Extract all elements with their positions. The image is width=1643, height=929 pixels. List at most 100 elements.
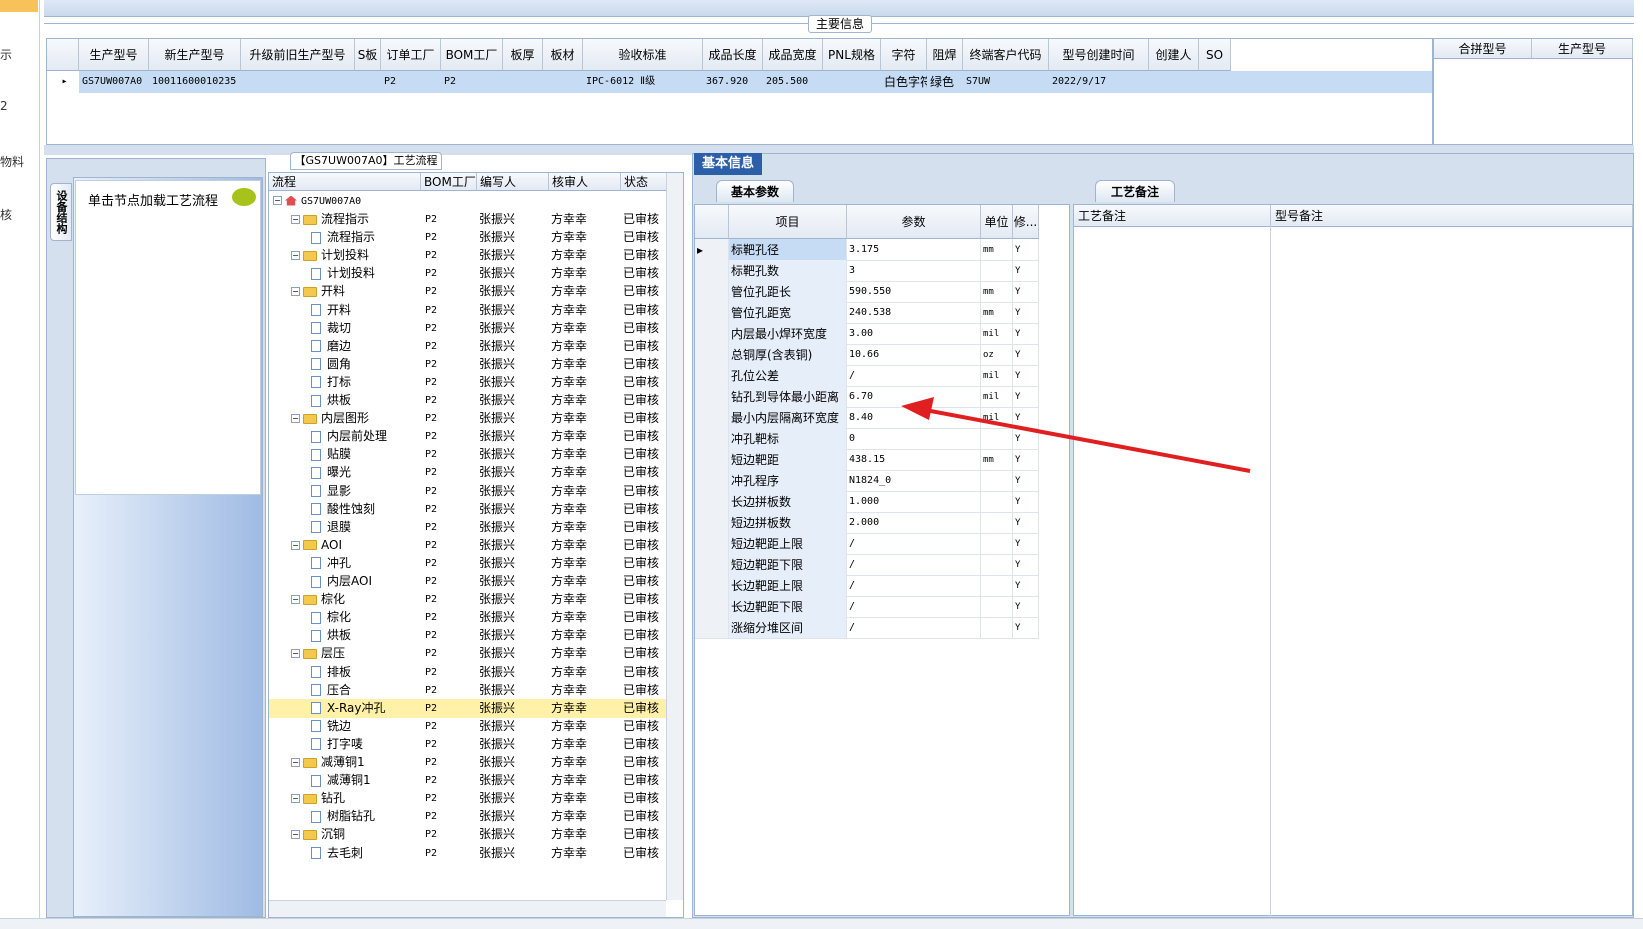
main-cell[interactable]	[543, 71, 583, 93]
tree-node[interactable]: − 沉铜 P2 张振兴 方幸幸 已审核	[269, 825, 668, 844]
main-cell[interactable]	[1149, 71, 1199, 93]
row-header[interactable]	[695, 281, 729, 303]
collapse-icon[interactable]: −	[291, 758, 300, 767]
tree-node[interactable]: 计划投料 P2 张振兴 方幸幸 已审核	[269, 264, 668, 283]
row-header[interactable]	[695, 596, 729, 618]
main-cell[interactable]	[503, 71, 543, 93]
collapse-icon[interactable]: −	[291, 251, 300, 261]
param-row[interactable]: 长边靶距上限 / Y	[695, 575, 1069, 597]
param-value[interactable]: /	[847, 533, 981, 555]
param-value[interactable]: 3.175	[847, 239, 981, 261]
param-row[interactable]: 孔位公差 / mil Y	[695, 365, 1069, 387]
tree-node[interactable]: − 计划投料 P2 张振兴 方幸幸 已审核	[269, 246, 668, 265]
tree-node[interactable]: 棕化 P2 张振兴 方幸幸 已审核	[269, 608, 668, 627]
tab-process-notes[interactable]: 工艺备注	[1095, 180, 1175, 202]
collapse-icon[interactable]: −	[291, 540, 300, 550]
params-col-header[interactable]: 项目	[729, 205, 847, 239]
row-header[interactable]	[695, 386, 729, 408]
main-cell[interactable]: 2022/9/17	[1049, 71, 1149, 93]
collapse-icon[interactable]: −	[291, 414, 300, 424]
basic-params-grid[interactable]: 项目 参数 单位 修... ▸ 标靶孔径 3.175 mm Y 标靶孔数 3 Y 管位孔距长 590.55…	[694, 204, 1070, 916]
main-col-header[interactable]: 成品长度	[703, 39, 763, 71]
notes-col-header[interactable]: 工艺备注	[1074, 205, 1271, 227]
main-col-header[interactable]: SO	[1199, 39, 1231, 71]
collapse-icon[interactable]: −	[291, 649, 300, 659]
tree-node[interactable]: 打字唛 P2 张振兴 方幸幸 已审核	[269, 735, 668, 754]
row-header[interactable]	[695, 554, 729, 576]
tree-node[interactable]: 减薄铜1 P2 张振兴 方幸幸 已审核	[269, 771, 668, 790]
param-value[interactable]: /	[847, 365, 981, 387]
tree-node[interactable]: 裁切 P2 张振兴 方幸幸 已审核	[269, 319, 668, 338]
tree-node[interactable]: 排板 P2 张振兴 方幸幸 已审核	[269, 663, 668, 682]
param-row[interactable]: 冲孔靶标 0 Y	[695, 428, 1069, 450]
row-header[interactable]	[695, 365, 729, 387]
main-col-header[interactable]: S板	[355, 39, 381, 71]
tree-node[interactable]: 树脂钻孔 P2 张振兴 方幸幸 已审核	[269, 807, 668, 826]
left-nav-item[interactable]: 示	[0, 46, 12, 63]
main-col-header[interactable]: PNL规格	[823, 39, 881, 71]
param-value[interactable]: 438.15	[847, 449, 981, 471]
main-col-header[interactable]: 成品宽度	[763, 39, 823, 71]
main-col-header[interactable]: 板厚	[503, 39, 543, 71]
tree-node[interactable]: 酸性蚀刻 P2 张振兴 方幸幸 已审核	[269, 500, 668, 519]
tree-node[interactable]: − 棕化 P2 张振兴 方幸幸 已审核	[269, 590, 668, 609]
main-cell[interactable]	[355, 71, 381, 93]
row-header[interactable]	[695, 491, 729, 513]
tree-node[interactable]: 打标 P2 张振兴 方幸幸 已审核	[269, 373, 668, 392]
main-cell[interactable]: S7UW	[963, 71, 1049, 93]
tree-node[interactable]: − 减薄铜1 P2 张振兴 方幸幸 已审核	[269, 753, 668, 772]
param-row[interactable]: 管位孔距宽 240.538 mm Y	[695, 302, 1069, 324]
main-col-header[interactable]: 升级前旧生产型号	[241, 39, 355, 71]
main-cell[interactable]: 10011600010235	[149, 71, 241, 93]
tree-col-header[interactable]: 状态	[621, 173, 668, 191]
params-col-header[interactable]: 修...	[1013, 205, 1039, 239]
tree-node[interactable]: 压合 P2 张振兴 方幸幸 已审核	[269, 681, 668, 700]
left-nav-item[interactable]: 核	[0, 206, 12, 223]
main-cell[interactable]: 白色字符	[881, 71, 927, 93]
param-value[interactable]: N1824_0	[847, 470, 981, 492]
main-cell[interactable]: 367.920	[703, 71, 763, 93]
tree-col-header[interactable]: 编写人	[477, 173, 549, 191]
param-value[interactable]: 3.00	[847, 323, 981, 345]
notes-col-header[interactable]: 型号备注	[1271, 205, 1633, 227]
row-header[interactable]	[695, 449, 729, 471]
tree-node[interactable]: − 层压 P2 张振兴 方幸幸 已审核	[269, 644, 668, 663]
param-value[interactable]: 6.70	[847, 386, 981, 408]
param-value[interactable]: 1.000	[847, 491, 981, 513]
main-col-header[interactable]: 验收标准	[583, 39, 703, 71]
tree-col-header[interactable]: BOM工厂	[421, 173, 477, 191]
tree-node[interactable]: − AOI P2 张振兴 方幸幸 已审核	[269, 536, 668, 555]
collapse-icon[interactable]: −	[291, 830, 300, 840]
tree-node[interactable]: − 开料 P2 张振兴 方幸幸 已审核	[269, 282, 668, 301]
param-row[interactable]: 短边靶距下限 / Y	[695, 554, 1069, 576]
param-value[interactable]: 0	[847, 428, 981, 450]
tree-node[interactable]: 磨边 P2 张振兴 方幸幸 已审核	[269, 337, 668, 356]
main-col-header[interactable]: 型号创建时间	[1049, 39, 1149, 71]
tree-node[interactable]: X-Ray冲孔 P2 张振兴 方幸幸 已审核	[269, 698, 668, 718]
main-col-header[interactable]: 终端客户代码	[963, 39, 1049, 71]
tree-horizontal-scrollbar[interactable]	[269, 900, 666, 917]
tab-basic-params[interactable]: 基本参数	[716, 180, 794, 202]
tree-node[interactable]: 铣边 P2 张振兴 方幸幸 已审核	[269, 717, 668, 736]
main-cell[interactable]: GS7UW007A0	[79, 71, 149, 93]
left-nav-item[interactable]: 物料	[0, 153, 24, 170]
tab-device-structure[interactable]: 设备结构	[50, 183, 72, 241]
row-header[interactable]	[695, 575, 729, 597]
collapse-icon[interactable]: −	[291, 215, 300, 224]
merge-col-header[interactable]: 合拼型号	[1434, 39, 1532, 59]
tree-node[interactable]: 曝光 P2 张振兴 方幸幸 已审核	[269, 463, 668, 482]
notes-grid[interactable]: 工艺备注 型号备注	[1073, 204, 1633, 916]
tab-basic-info[interactable]: 基本信息	[694, 153, 762, 175]
merge-col-header[interactable]: 生产型号	[1532, 39, 1633, 59]
main-cell[interactable]: IPC-6012 Ⅱ级	[583, 71, 703, 93]
param-row[interactable]: 短边靶距 438.15 mm Y	[695, 449, 1069, 471]
tree-col-header[interactable]: 核审人	[549, 173, 621, 191]
main-cell[interactable]: P2	[441, 71, 503, 93]
row-header[interactable]	[695, 470, 729, 492]
tree-node[interactable]: − 钻孔 P2 张振兴 方幸幸 已审核	[269, 789, 668, 808]
param-value[interactable]: 10.66	[847, 344, 981, 366]
main-col-header[interactable]: 生产型号	[79, 39, 149, 71]
tree-node[interactable]: 去毛刺 P2 张振兴 方幸幸 已审核	[269, 844, 668, 863]
row-header[interactable]: ▸	[695, 239, 729, 261]
param-row[interactable]: 涨缩分堆区间 / Y	[695, 617, 1069, 639]
